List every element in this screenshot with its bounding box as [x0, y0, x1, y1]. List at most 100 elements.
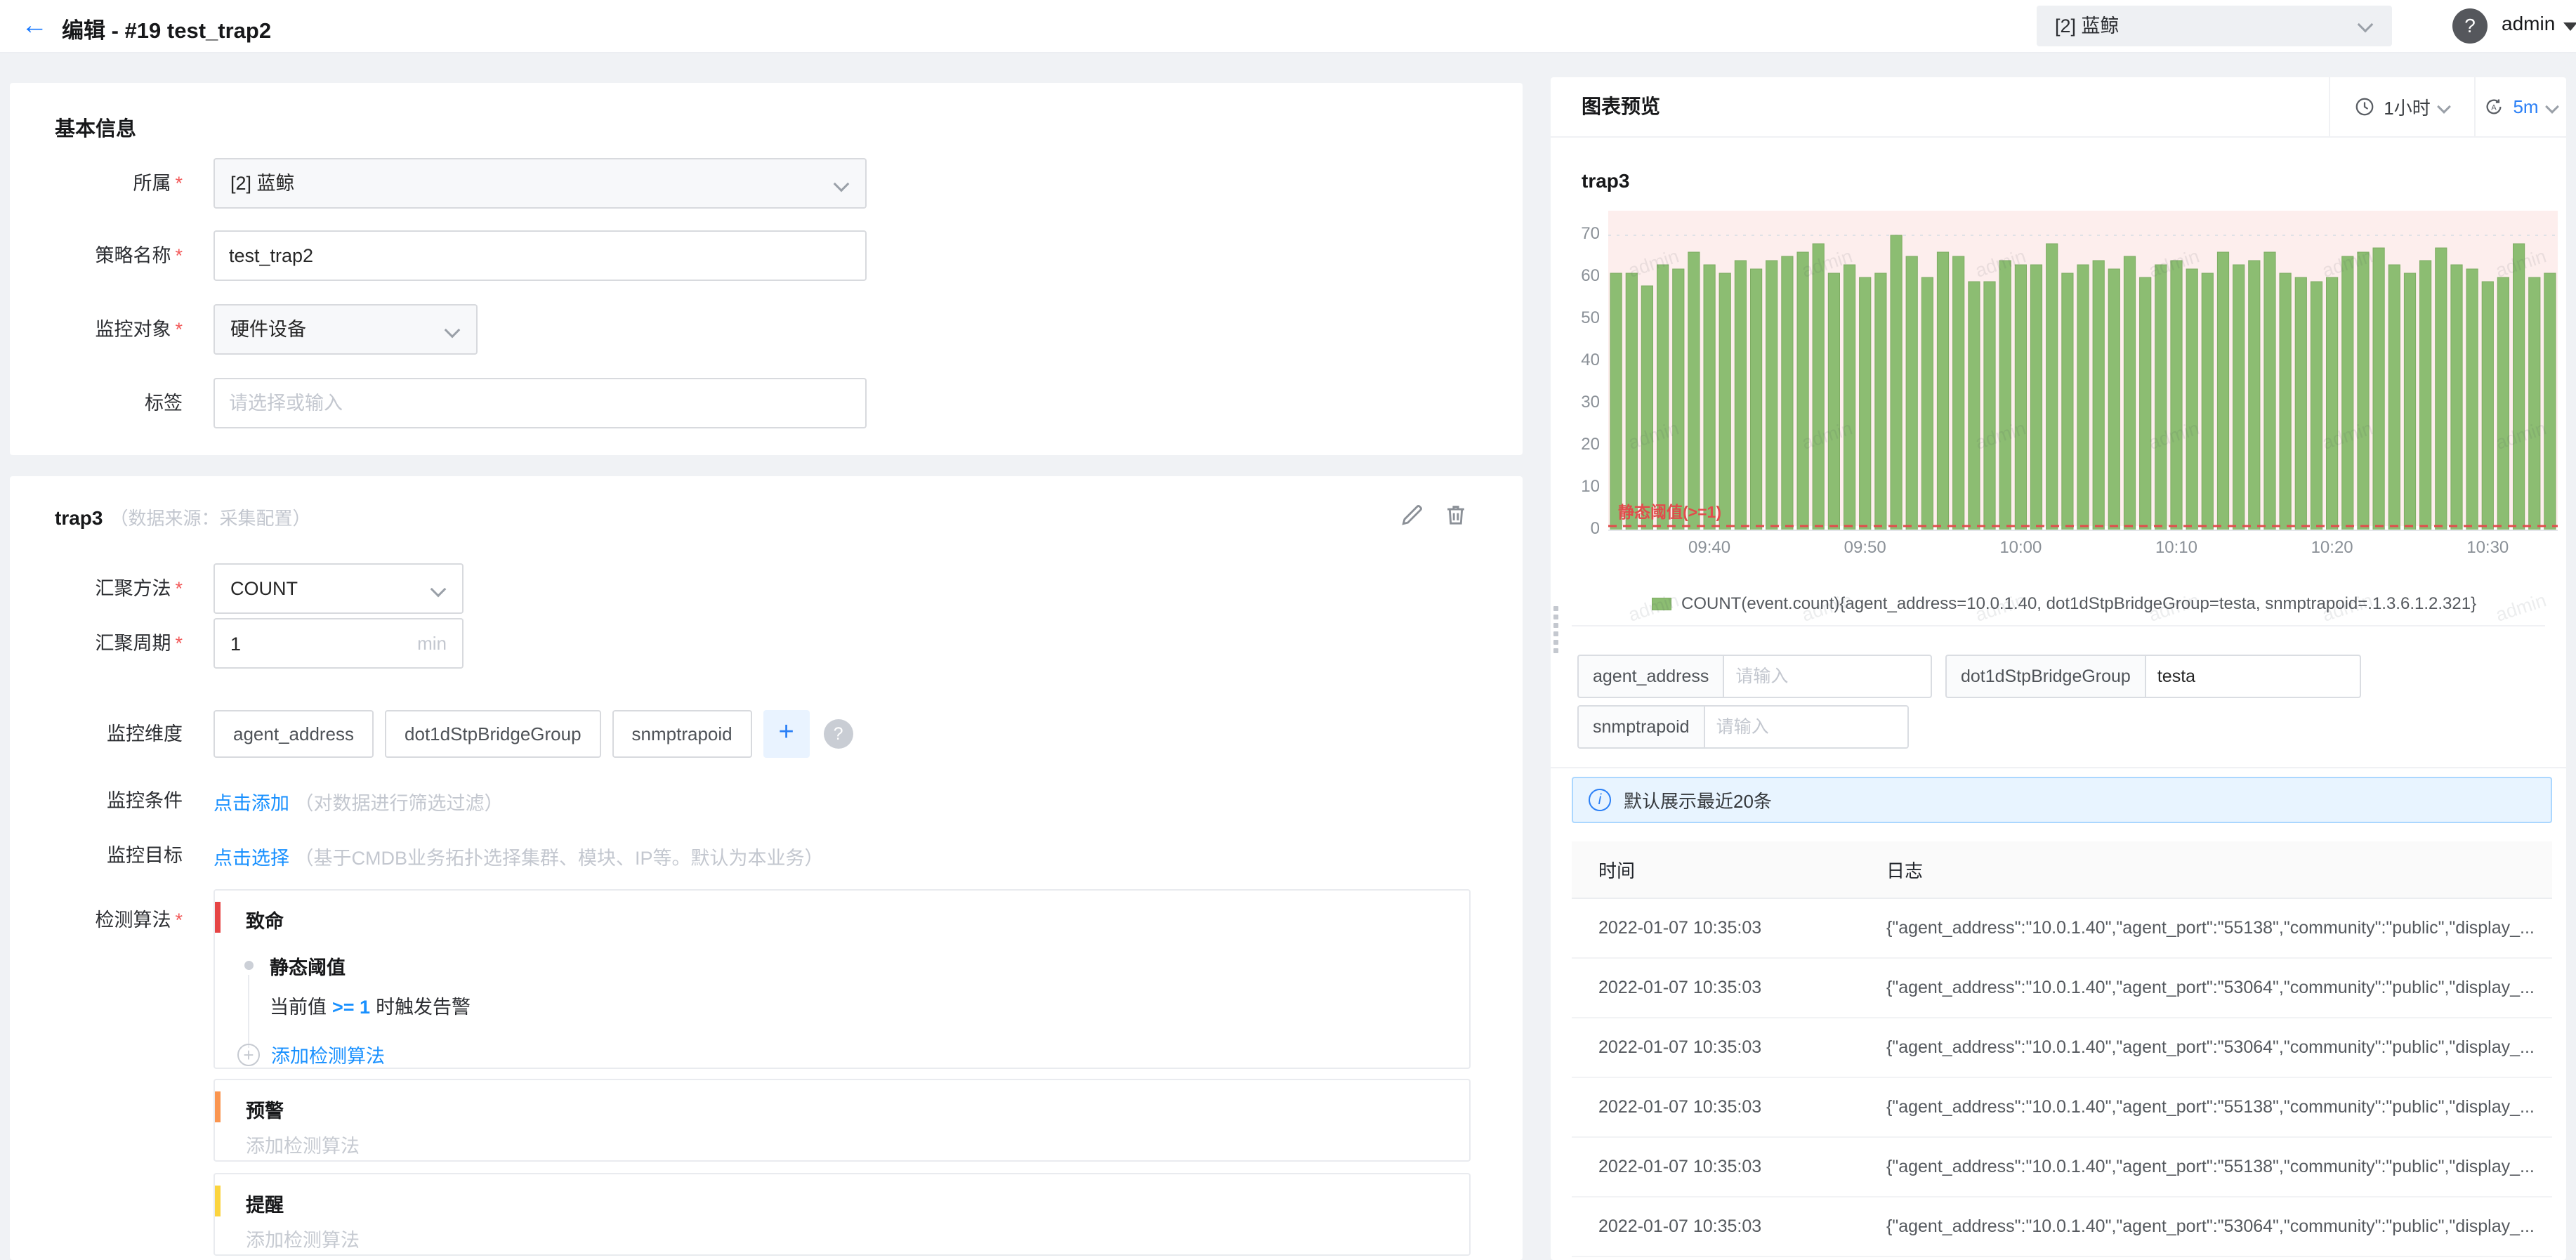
- bar[interactable]: [2014, 264, 2027, 531]
- bar[interactable]: [1983, 281, 1996, 531]
- bar[interactable]: [1750, 268, 1763, 531]
- bar[interactable]: [1859, 277, 1872, 531]
- bar[interactable]: [2248, 260, 2261, 531]
- bar[interactable]: [1936, 251, 1950, 531]
- question-circle-icon[interactable]: ?: [823, 719, 853, 749]
- tag-input[interactable]: [213, 378, 867, 428]
- delete-icon[interactable]: [1443, 501, 1469, 528]
- select-target-link[interactable]: 点击选择: [213, 848, 289, 869]
- table-row[interactable]: 2022-01-07 10:35:03 {"agent_address":"10.…: [1572, 899, 2552, 959]
- workspace-select[interactable]: [2] 蓝鲸: [2037, 6, 2392, 46]
- bar[interactable]: [2233, 264, 2245, 531]
- monitor-object-select[interactable]: 硬件设备: [213, 304, 478, 355]
- dimension-tag[interactable]: snmptrapoid: [612, 710, 752, 758]
- add-algorithm-warning[interactable]: 添加检测算法: [246, 1131, 360, 1158]
- table-row[interactable]: 2022-01-07 10:35:03 {"agent_address":"10.…: [1572, 1078, 2552, 1138]
- bar[interactable]: [2155, 264, 2167, 531]
- help-icon[interactable]: ?: [2452, 8, 2488, 44]
- bar[interactable]: [1610, 273, 1622, 531]
- agg-period-input[interactable]: [229, 621, 393, 667]
- policy-name-input[interactable]: [213, 230, 867, 281]
- bar[interactable]: [2388, 264, 2400, 531]
- table-row[interactable]: 2022-01-07 10:35:03 {"agent_address":"10.…: [1572, 1018, 2552, 1078]
- refresh-interval-select[interactable]: A 5m: [2474, 77, 2566, 136]
- bar[interactable]: [1625, 273, 1638, 531]
- bar[interactable]: [1999, 260, 2011, 531]
- bar[interactable]: [2294, 277, 2307, 531]
- bar[interactable]: [2528, 277, 2541, 531]
- time-range-select[interactable]: 1小时: [2329, 77, 2474, 136]
- bar[interactable]: [2077, 264, 2089, 531]
- panel-resize-handle[interactable]: [1553, 603, 1560, 657]
- edit-icon[interactable]: [1399, 501, 1426, 528]
- bar[interactable]: [2341, 256, 2354, 531]
- bar[interactable]: [1766, 260, 1778, 531]
- bar[interactable]: [1890, 235, 1903, 531]
- bar[interactable]: [2450, 264, 2463, 531]
- bar[interactable]: [1812, 243, 1825, 531]
- bar[interactable]: [1688, 251, 1700, 531]
- filter-dot1dstpbridgegroup-input[interactable]: [2144, 655, 2361, 698]
- bar[interactable]: [2357, 251, 2370, 531]
- bar[interactable]: [2170, 260, 2183, 531]
- dimension-tag[interactable]: agent_address: [213, 710, 374, 758]
- add-algorithm-reminder[interactable]: 添加检测算法: [246, 1225, 360, 1252]
- bar[interactable]: [1703, 264, 1716, 531]
- bar[interactable]: [1968, 281, 1980, 531]
- bar[interactable]: [1844, 264, 1856, 531]
- table-row[interactable]: 2022-01-07 10:35:03 {"agent_address":"10.…: [1572, 959, 2552, 1018]
- bar[interactable]: [2092, 260, 2105, 531]
- bar[interactable]: [2310, 281, 2323, 531]
- bar[interactable]: [2139, 277, 2152, 531]
- algorithm-timeline: [248, 975, 249, 1048]
- bar[interactable]: [2481, 281, 2494, 531]
- bar[interactable]: [2263, 251, 2276, 531]
- bar[interactable]: [2466, 268, 2478, 531]
- table-row[interactable]: 2022-01-07 10:35:03 {"agent_address":"10.…: [1572, 1138, 2552, 1197]
- bar[interactable]: [2497, 277, 2510, 531]
- add-algorithm-critical[interactable]: + 添加检测算法: [237, 1041, 385, 1068]
- bar[interactable]: [1827, 273, 1840, 531]
- bar[interactable]: [1796, 251, 1809, 531]
- bar[interactable]: [2435, 247, 2447, 531]
- bar[interactable]: [2108, 268, 2120, 531]
- bar[interactable]: [2046, 243, 2058, 531]
- metric-card: trap3 （数据来源：采集配置） 汇聚方法* COUNT 汇聚周期* min 监…: [10, 476, 1523, 1260]
- bar[interactable]: [1657, 264, 1669, 531]
- agg-method-select[interactable]: COUNT: [213, 563, 464, 614]
- chart-legend[interactable]: COUNT(event.count){agent_address=10.0.1.…: [1652, 594, 2476, 614]
- bar[interactable]: [2372, 247, 2385, 531]
- bar[interactable]: [2544, 273, 2556, 531]
- back-arrow-icon[interactable]: ←: [21, 8, 48, 42]
- add-condition-link[interactable]: 点击添加: [213, 793, 289, 814]
- bar[interactable]: [2123, 256, 2136, 531]
- preview-bar-chart[interactable]: [1608, 211, 2558, 531]
- bar[interactable]: [2030, 264, 2043, 531]
- owner-select[interactable]: [2] 蓝鲸: [213, 158, 867, 209]
- bar[interactable]: [1781, 256, 1794, 531]
- bar[interactable]: [1874, 273, 1887, 531]
- bar[interactable]: [1921, 277, 1933, 531]
- bar[interactable]: [2216, 251, 2230, 531]
- bar[interactable]: [2201, 273, 2214, 531]
- bar[interactable]: [2279, 273, 2292, 531]
- bar[interactable]: [1734, 260, 1747, 531]
- bar[interactable]: [1641, 285, 1653, 531]
- filter-agent-address-input[interactable]: [1723, 655, 1933, 698]
- bar[interactable]: [2326, 277, 2339, 531]
- bar[interactable]: [2186, 268, 2198, 531]
- user-menu[interactable]: admin: [2502, 13, 2555, 35]
- bar[interactable]: [2513, 243, 2525, 531]
- filter-snmptrapoid-input[interactable]: [1703, 705, 1909, 749]
- bar[interactable]: [2061, 273, 2074, 531]
- add-dimension-button[interactable]: +: [763, 710, 810, 758]
- severity-reminder-box: 提醒 添加检测算法: [213, 1173, 1471, 1256]
- bar[interactable]: [1905, 256, 1918, 531]
- bar[interactable]: [1672, 268, 1685, 531]
- bar[interactable]: [2403, 273, 2417, 531]
- bar[interactable]: [1952, 256, 1965, 531]
- table-row[interactable]: 2022-01-07 10:35:03 {"agent_address":"10.…: [1572, 1197, 2552, 1257]
- dimension-tag[interactable]: dot1dStpBridgeGroup: [385, 710, 601, 758]
- bar[interactable]: [1719, 273, 1731, 531]
- bar[interactable]: [2419, 260, 2432, 531]
